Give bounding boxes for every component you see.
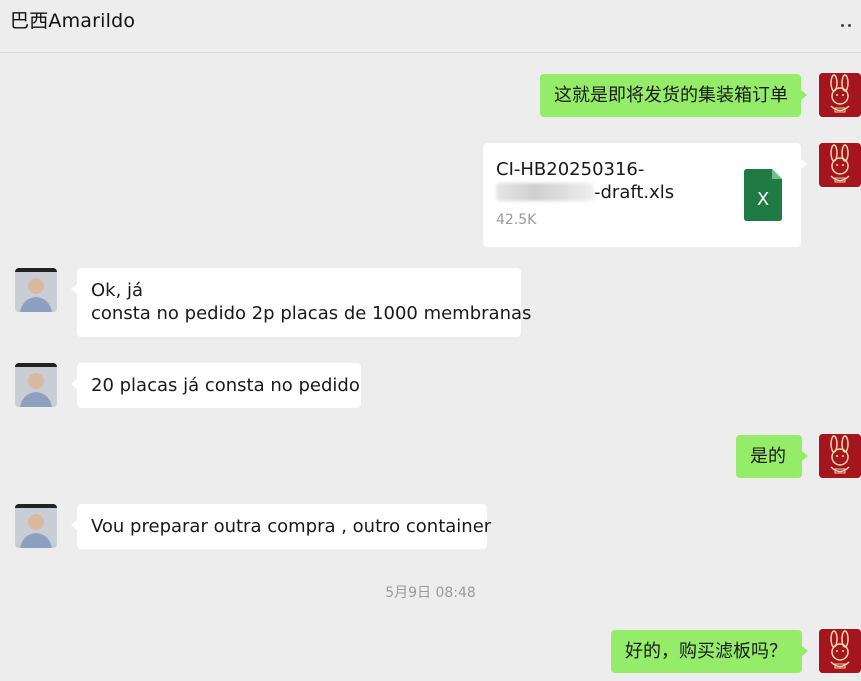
rabbit-seal-icon bbox=[819, 434, 861, 478]
self-avatar[interactable] bbox=[819, 73, 861, 117]
more-dots-icon[interactable] bbox=[837, 18, 855, 32]
person-photo-icon bbox=[15, 268, 57, 312]
file-size: 42.5K bbox=[496, 212, 537, 228]
outgoing-message-bubble[interactable]: 这就是即将发货的集装箱订单 bbox=[540, 74, 807, 117]
incoming-message-bubble[interactable]: 20 placas já consta no pedido bbox=[71, 363, 361, 408]
file-name: CI-HB20250316- -draft.xls bbox=[496, 159, 675, 203]
timestamp-divider: 5月9日 08:48 bbox=[385, 585, 476, 601]
message-line: consta no pedido 2p placas de 1000 membr… bbox=[91, 303, 532, 324]
message-list[interactable]: 这就是即将发货的集装箱订单 CI-HB20250316- -draft.xls … bbox=[0, 54, 861, 681]
redacted-text bbox=[496, 183, 594, 201]
excel-file-icon: X bbox=[744, 169, 782, 221]
person-photo-icon bbox=[15, 363, 57, 407]
self-avatar[interactable] bbox=[819, 434, 861, 478]
outgoing-message-bubble[interactable]: 好的，购买滤板吗？ bbox=[611, 630, 808, 673]
person-photo-icon bbox=[15, 504, 57, 548]
rabbit-seal-icon bbox=[819, 629, 861, 673]
incoming-message-bubble[interactable]: Ok, já consta no pedido 2p placas de 100… bbox=[71, 268, 531, 337]
contact-avatar[interactable] bbox=[15, 268, 57, 312]
self-avatar[interactable] bbox=[819, 629, 861, 673]
file-attachment-card[interactable]: CI-HB20250316- -draft.xls 42.5K X bbox=[483, 143, 807, 247]
self-avatar[interactable] bbox=[819, 143, 861, 187]
outgoing-message-bubble[interactable]: 是的 bbox=[736, 435, 808, 478]
rabbit-seal-icon bbox=[819, 73, 861, 117]
message-line: Ok, já bbox=[91, 280, 144, 301]
rabbit-seal-icon bbox=[819, 143, 861, 187]
contact-avatar[interactable] bbox=[15, 504, 57, 548]
incoming-message-bubble[interactable]: Vou preparar outra compra , outro contai… bbox=[71, 504, 491, 549]
contact-avatar[interactable] bbox=[15, 363, 57, 407]
svg-text:X: X bbox=[757, 189, 769, 210]
chat-header: 巴西Amarildo bbox=[0, 0, 861, 53]
chat-title[interactable]: 巴西Amarildo bbox=[10, 6, 135, 33]
